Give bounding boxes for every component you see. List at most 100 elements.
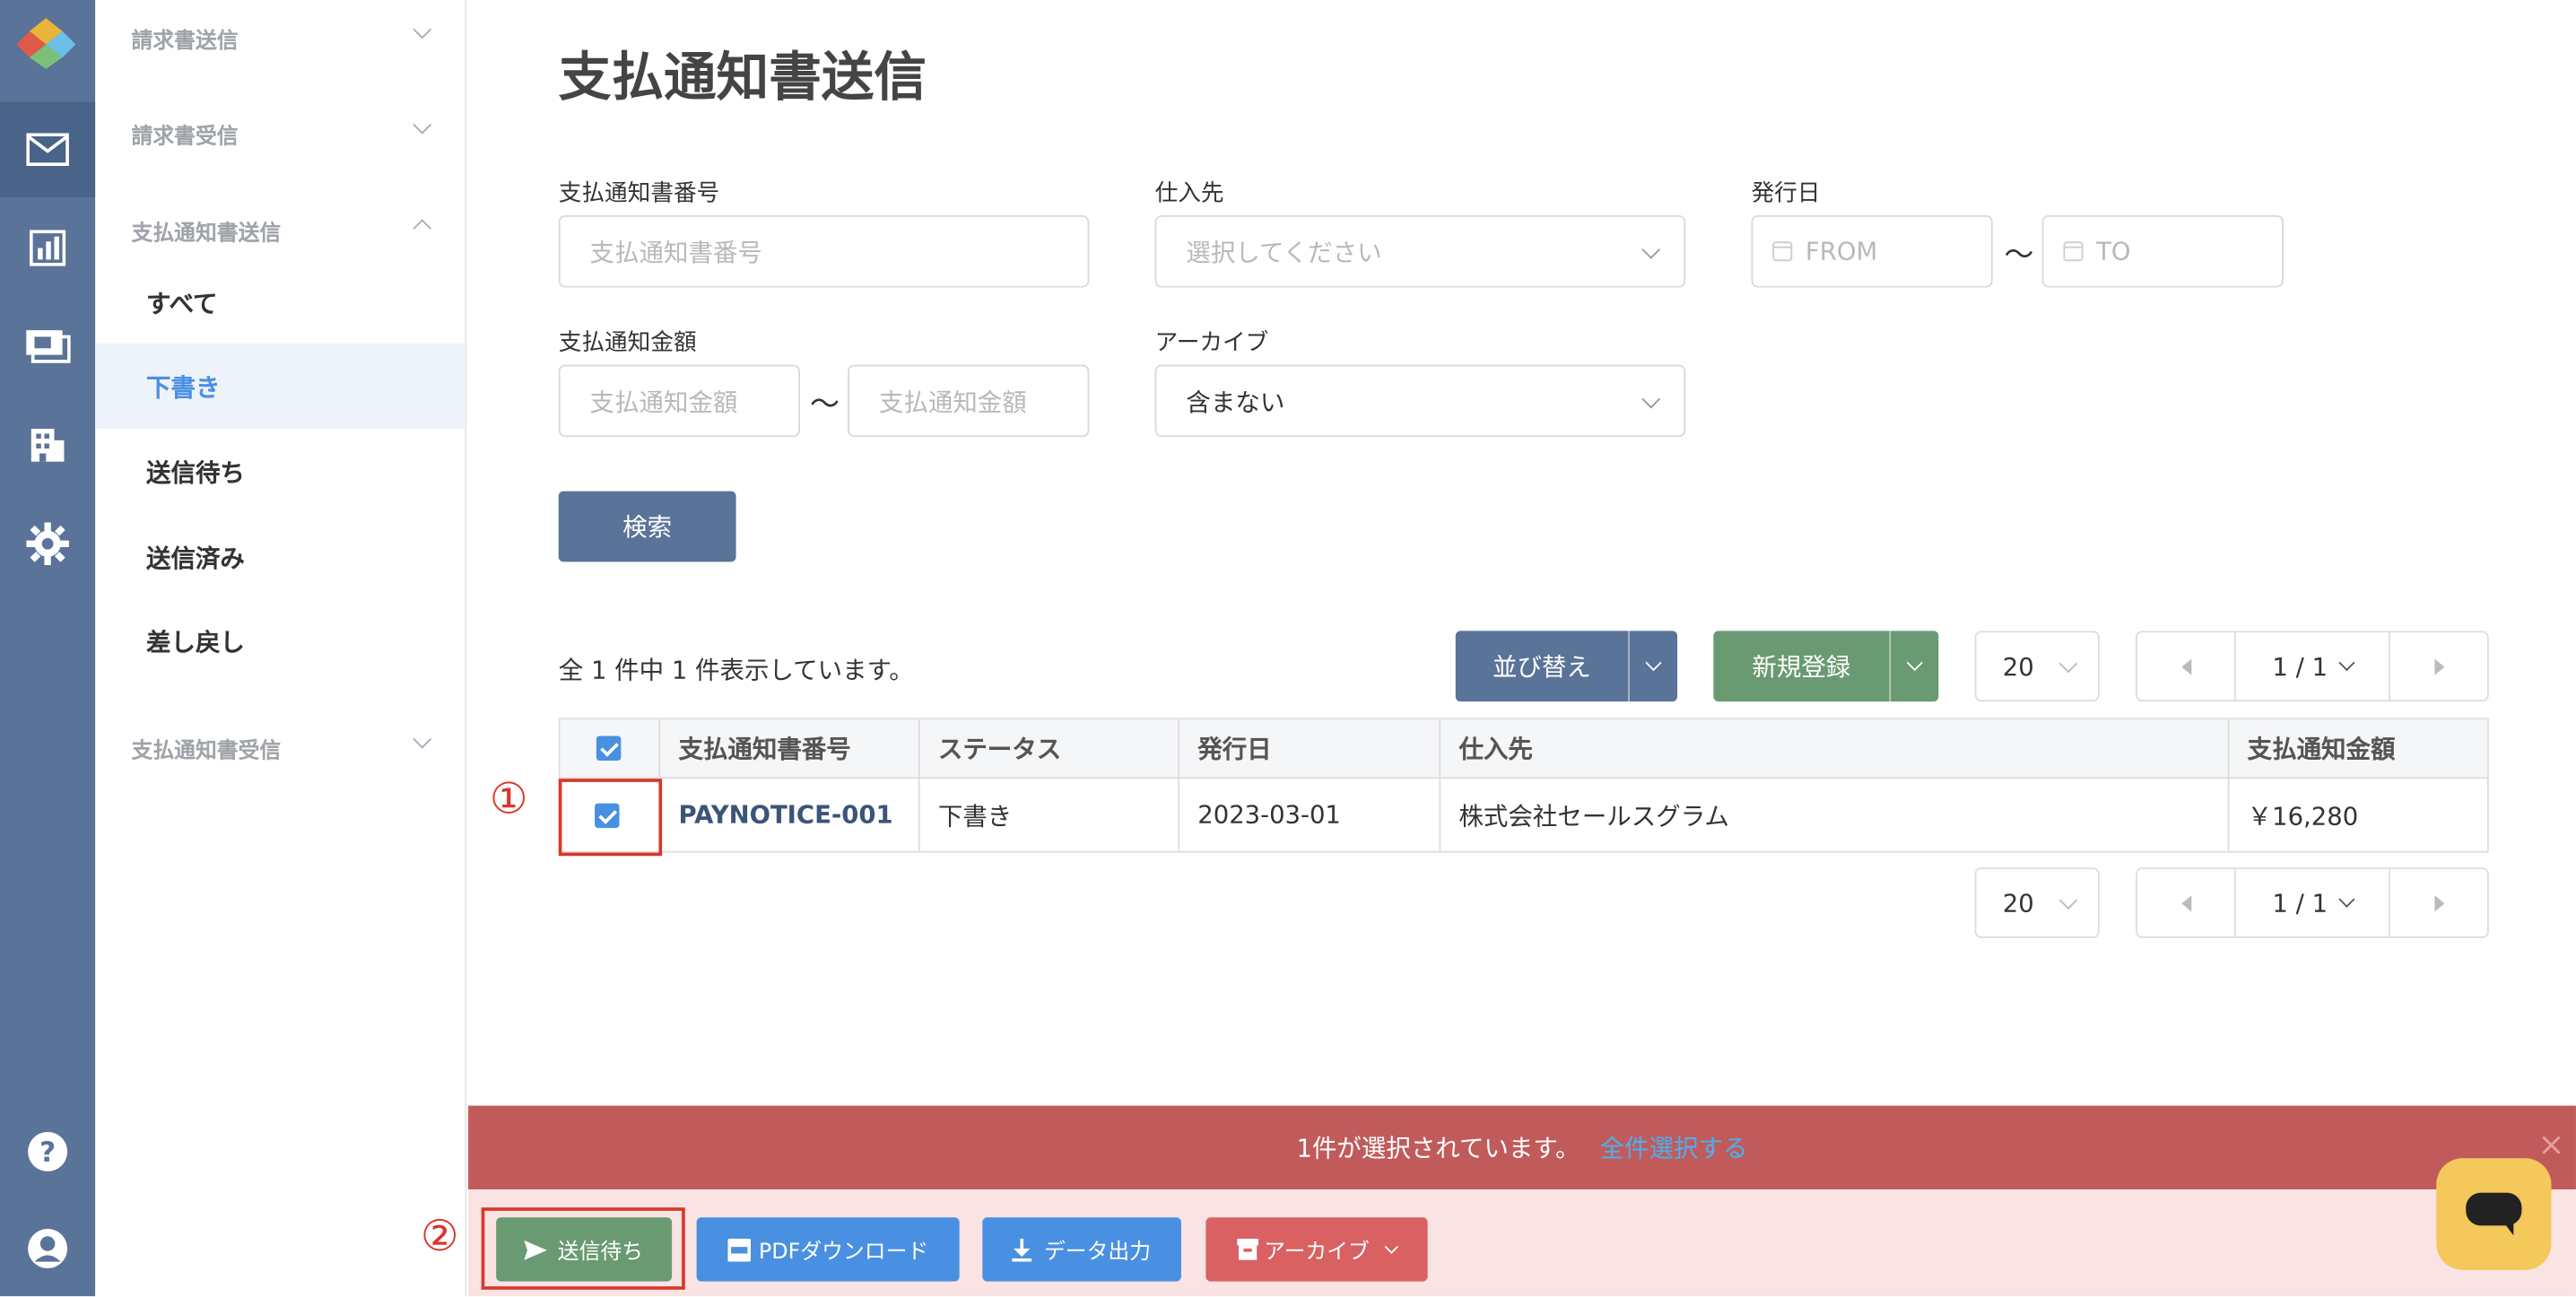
date-range-separator: 〜: [2004, 238, 2034, 274]
download-icon: [1013, 1238, 1033, 1261]
chevron-down-icon: [2338, 654, 2355, 671]
amount-max-input[interactable]: 支払通知金額: [848, 364, 1090, 438]
sidebar-section-invoice-send[interactable]: 請求書送信: [132, 23, 239, 54]
sidebar: 請求書送信 請求書受信 支払通知書送信 すべて 下書き 送信待ち 送信済み 差し…: [95, 0, 467, 1297]
pdf-download-label: PDFダウンロード: [758, 1240, 929, 1266]
chevron-down-icon[interactable]: [1628, 631, 1677, 702]
calendar-icon: [2063, 241, 2084, 262]
app-rail: ?: [0, 0, 96, 1297]
mail-icon[interactable]: [0, 101, 96, 197]
sidebar-section-invoice-receive[interactable]: 請求書受信: [132, 118, 239, 149]
select-all-link[interactable]: 全件選択する: [1600, 1130, 1748, 1164]
sidebar-item-returned[interactable]: 差し戻し: [95, 598, 465, 683]
result-count: 全 1 件中 1 件表示しています。: [558, 655, 914, 685]
results-table: 支払通知書番号 ステータス 発行日 仕入先 支払通知金額 PAYNOTICE-0…: [558, 718, 2489, 853]
chevron-down-icon: [2058, 891, 2078, 910]
sidebar-section-payment-receive[interactable]: 支払通知書受信: [132, 733, 282, 763]
page-select[interactable]: 1 / 1: [2236, 651, 2389, 681]
sidebar-item-sent[interactable]: 送信済み: [95, 514, 465, 599]
chevron-down-icon: [1641, 389, 1661, 409]
building-icon[interactable]: [0, 397, 95, 492]
data-export-button[interactable]: データ出力: [982, 1217, 1181, 1282]
chevron-down-icon[interactable]: [413, 20, 432, 39]
chevron-down-icon[interactable]: [413, 729, 432, 749]
select-all-checkbox[interactable]: [561, 719, 661, 778]
new-button-label[interactable]: 新規登録: [1713, 631, 1889, 701]
annotation-step-2: ②: [420, 1212, 459, 1262]
chat-button[interactable]: [2436, 1158, 2552, 1270]
number-input[interactable]: 支払通知書番号: [558, 214, 1090, 288]
per-page-value: 20: [2002, 651, 2034, 682]
row-supplier: 株式会社セールスグラム: [1440, 779, 2230, 851]
per-page-select-bottom[interactable]: 20: [1974, 867, 2100, 938]
column-header-status[interactable]: ステータス: [920, 719, 1180, 778]
prev-page-button[interactable]: [2137, 632, 2236, 701]
chat-icon: [2466, 1192, 2522, 1236]
page-indicator: 1 / 1: [2272, 887, 2328, 918]
payment-icon[interactable]: [0, 299, 95, 394]
column-header-supplier[interactable]: 仕入先: [1440, 719, 2230, 778]
archive-button[interactable]: アーカイブ: [1205, 1217, 1428, 1282]
sidebar-section-payment-send[interactable]: 支払通知書送信: [132, 215, 282, 246]
page-select[interactable]: 1 / 1: [2236, 888, 2389, 918]
chart-icon[interactable]: [0, 200, 95, 295]
chevron-down-icon: [2338, 890, 2355, 907]
pagination-bottom: 1 / 1: [2136, 867, 2489, 938]
chevron-up-icon[interactable]: [413, 219, 432, 238]
app-logo[interactable]: [13, 14, 79, 70]
gear-icon[interactable]: [0, 496, 95, 591]
next-page-button[interactable]: [2389, 632, 2487, 701]
user-icon[interactable]: [0, 1201, 95, 1296]
row-status: 下書き: [920, 779, 1180, 851]
sidebar-item-all[interactable]: すべて: [95, 259, 465, 344]
date-to-input[interactable]: TO: [2041, 214, 2284, 288]
archive-select[interactable]: 含まない: [1154, 364, 1686, 438]
data-export-label: データ出力: [1043, 1240, 1152, 1266]
amount-min-input[interactable]: 支払通知金額: [558, 364, 800, 438]
supplier-select[interactable]: 選択してください: [1154, 214, 1686, 288]
close-icon[interactable]: [2540, 1134, 2563, 1157]
sidebar-item-draft[interactable]: 下書き: [95, 343, 466, 430]
number-label: 支払通知書番号: [558, 180, 720, 207]
pdf-download-button[interactable]: PDFダウンロード: [696, 1217, 960, 1282]
date-to-placeholder: TO: [2096, 236, 2131, 266]
search-button[interactable]: 検索: [558, 491, 736, 562]
sort-button[interactable]: 並び替え: [1455, 631, 1678, 702]
per-page-value: 20: [2002, 887, 2034, 918]
amount-range-separator: 〜: [809, 387, 840, 422]
prev-page-button[interactable]: [2137, 868, 2236, 937]
row-issue-date: 2023-03-01: [1179, 779, 1441, 851]
next-page-button[interactable]: [2389, 868, 2487, 937]
sort-button-label[interactable]: 並び替え: [1456, 631, 1628, 701]
row-number-link[interactable]: PAYNOTICE-001: [660, 779, 920, 851]
chevron-down-icon: [1383, 1239, 1398, 1254]
archive-icon: [1237, 1239, 1259, 1260]
column-header-issue-date[interactable]: 発行日: [1179, 719, 1441, 778]
column-header-number[interactable]: 支払通知書番号: [660, 719, 920, 778]
svg-text:?: ?: [39, 1136, 56, 1169]
column-header-amount[interactable]: 支払通知金額: [2229, 719, 2487, 777]
annotation-step-1: ①: [489, 775, 528, 825]
chevron-down-icon[interactable]: [1889, 631, 1938, 702]
selection-bar: 1件が選択されています。 全件選択する: [468, 1105, 2576, 1190]
checkbox-checked-icon[interactable]: [596, 736, 622, 762]
calendar-icon: [1772, 241, 1793, 262]
help-icon[interactable]: ?: [0, 1104, 95, 1199]
supplier-select-placeholder: 選択してください: [1186, 237, 1382, 267]
send-wait-label: 送信待ち: [557, 1240, 644, 1266]
chevron-down-icon: [2058, 654, 2078, 674]
send-icon: [525, 1239, 548, 1259]
chevron-down-icon[interactable]: [413, 115, 432, 135]
sidebar-item-pending[interactable]: 送信待ち: [95, 429, 465, 514]
supplier-label: 仕入先: [1154, 180, 1224, 207]
new-button[interactable]: 新規登録: [1713, 631, 1939, 702]
date-from-input[interactable]: FROM: [1751, 214, 1993, 288]
per-page-select-top[interactable]: 20: [1974, 631, 2100, 702]
send-wait-button[interactable]: 送信待ち: [496, 1217, 673, 1282]
selection-count-text: 1件が選択されています。: [1296, 1133, 1580, 1163]
row-amount: ￥16,280: [2247, 800, 2359, 831]
page-title: 支払通知書送信: [558, 46, 927, 109]
chevron-down-icon: [1641, 240, 1661, 259]
amount-label: 支払通知金額: [558, 330, 697, 357]
table-row[interactable]: PAYNOTICE-001 下書き 2023-03-01 株式会社セールスグラム…: [561, 779, 2487, 851]
